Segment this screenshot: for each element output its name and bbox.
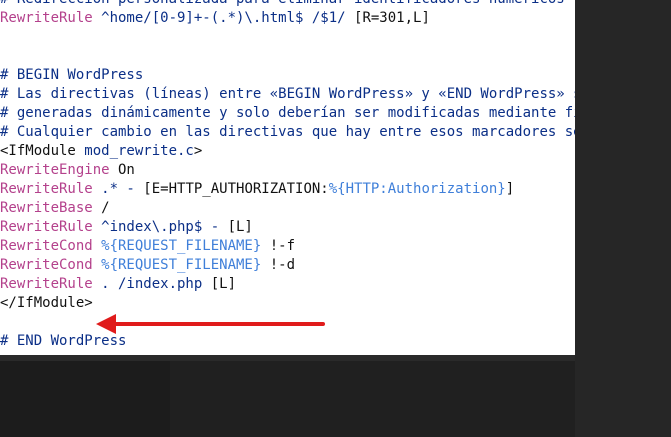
bottom-dark-block [170, 361, 575, 437]
code-token: RewriteRule [0, 276, 93, 292]
code-token: > [193, 143, 203, 159]
code-token: [E=HTTP_AUTHORIZATION: [143, 181, 329, 197]
code-token: !-f [261, 238, 296, 254]
code-token: On [109, 162, 135, 178]
code-line[interactable]: RewriteRule ^home/[0-9]+-(.*)\.html$ /$1… [0, 9, 575, 28]
code-token: RewriteEngine [0, 162, 110, 178]
code-line[interactable]: # generadas dinámicamente y solo debería… [0, 104, 575, 123]
code-token: !-d [261, 257, 296, 273]
code-token: RewriteBase [0, 200, 93, 216]
code-token: RewriteCond [0, 238, 93, 254]
code-token: .* - [92, 181, 144, 197]
code-token: # generadas dinámicamente y solo debería… [0, 105, 575, 121]
code-token: RewriteCond [0, 257, 93, 273]
code-line[interactable]: # Redirección personalizada para elimina… [0, 0, 575, 9]
code-token: %{HTTP:Authorization} [328, 181, 506, 197]
code-token: # END WordPress [0, 333, 127, 349]
code-token: ^index\.php$ - [92, 219, 228, 235]
code-token: [R=301,L] [345, 10, 430, 26]
code-token: mod_rewrite.c [75, 143, 194, 159]
code-token: # Cualquier cambio en las directivas que… [0, 124, 575, 140]
code-line[interactable] [0, 313, 575, 332]
code-token: RewriteRule [0, 10, 93, 26]
code-line[interactable] [0, 47, 575, 66]
code-token: ^home/[0-9]+-(.*)\.html$ /$1/ [92, 10, 346, 26]
code-line[interactable]: # Las directivas (líneas) entre «BEGIN W… [0, 85, 575, 104]
code-line[interactable]: RewriteRule ^index\.php$ - [L] [0, 218, 575, 237]
code-line[interactable]: RewriteRule . /index.php [L] [0, 275, 575, 294]
code-line[interactable]: # END WordPress [0, 332, 575, 351]
code-token: . /index.php [92, 276, 203, 292]
code-editor[interactable]: # Redirección personalizada para elimina… [0, 0, 575, 355]
code-token: [L] [202, 276, 237, 292]
code-line[interactable]: <IfModule mod_rewrite.c> [0, 142, 575, 161]
code-line[interactable]: RewriteEngine On [0, 161, 575, 180]
code-lines: # Redirección personalizada para elimina… [0, 0, 575, 351]
code-token: %{REQUEST_FILENAME} [92, 238, 262, 254]
code-line[interactable]: RewriteCond %{REQUEST_FILENAME} !-d [0, 256, 575, 275]
code-line[interactable]: </IfModule> [0, 294, 575, 313]
code-line[interactable] [0, 28, 575, 47]
code-token: [L] [227, 219, 253, 235]
code-line[interactable]: RewriteCond %{REQUEST_FILENAME} !-f [0, 237, 575, 256]
code-line[interactable]: # BEGIN WordPress [0, 66, 575, 85]
code-token: RewriteRule [0, 181, 93, 197]
code-token: </IfModule> [0, 295, 93, 311]
code-line[interactable]: RewriteBase / [0, 199, 575, 218]
code-token: / [92, 200, 110, 216]
code-line[interactable]: # Cualquier cambio en las directivas que… [0, 123, 575, 142]
code-token: %{REQUEST_FILENAME} [92, 257, 262, 273]
right-dark-area [575, 0, 671, 437]
code-line[interactable]: RewriteRule .* - [E=HTTP_AUTHORIZATION:%… [0, 180, 575, 199]
code-token: # BEGIN WordPress [0, 67, 144, 83]
code-token: RewriteRule [0, 219, 93, 235]
code-token: # Redirección personalizada para elimina… [0, 0, 565, 7]
code-token: ] [505, 181, 515, 197]
code-token: <IfModule [0, 143, 76, 159]
code-token: # Las directivas (líneas) entre «BEGIN W… [0, 86, 575, 102]
